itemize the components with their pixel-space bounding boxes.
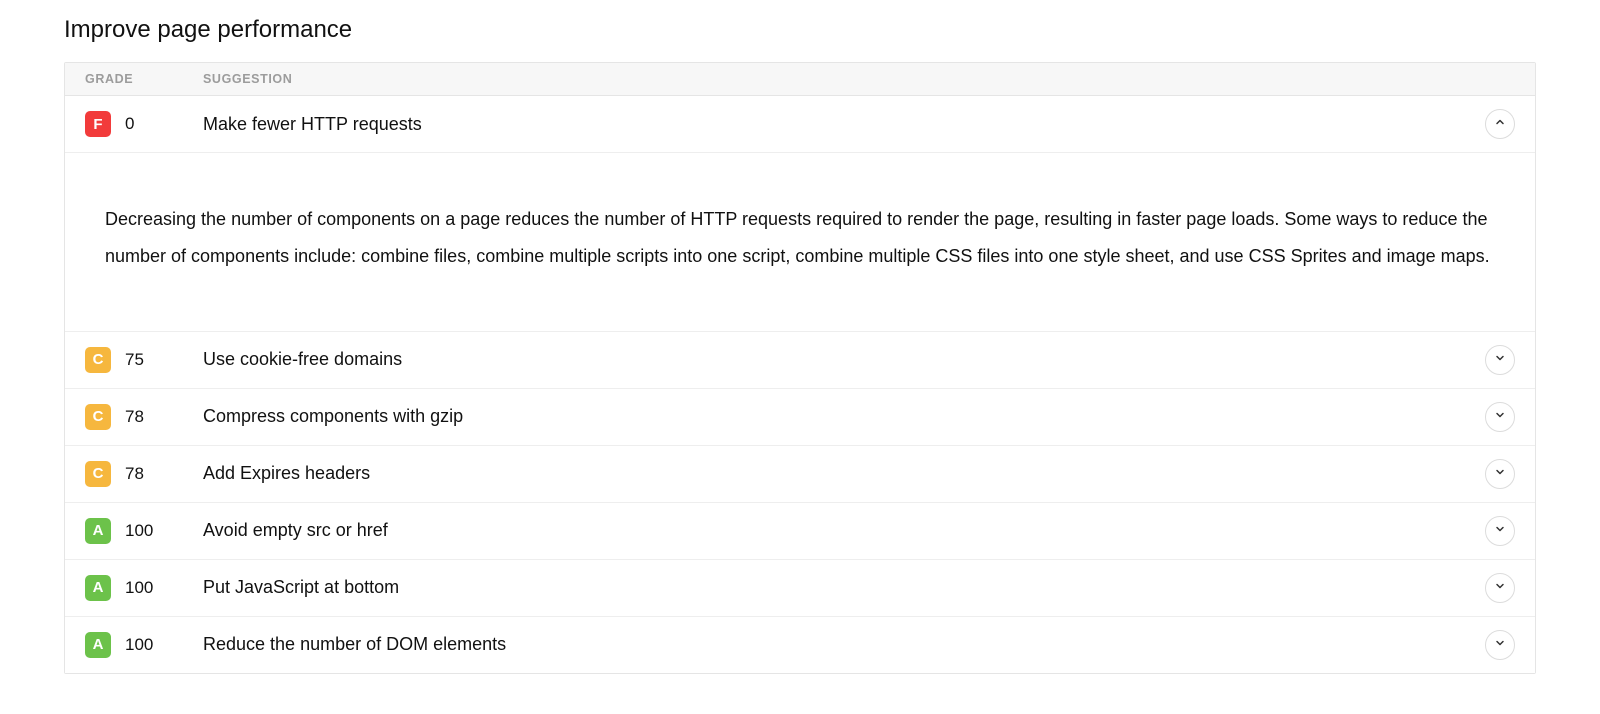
- grade-badge: F: [85, 111, 111, 137]
- grade-score: 100: [125, 578, 153, 598]
- table-header: GRADE SUGGESTION: [65, 63, 1535, 96]
- expand-button[interactable]: [1485, 459, 1515, 489]
- grade-cell: A 100: [85, 632, 203, 658]
- grade-cell: C 78: [85, 461, 203, 487]
- chevron-down-icon: [1494, 579, 1506, 597]
- collapse-button[interactable]: [1485, 109, 1515, 139]
- grade-badge: A: [85, 518, 111, 544]
- grade-score: 0: [125, 114, 134, 134]
- expand-button[interactable]: [1485, 516, 1515, 546]
- grade-cell: C 78: [85, 404, 203, 430]
- suggestion-text: Compress components with gzip: [203, 406, 1485, 427]
- grade-cell: A 100: [85, 575, 203, 601]
- suggestion-text: Reduce the number of DOM elements: [203, 634, 1485, 655]
- section-title: Improve page performance: [64, 16, 1536, 44]
- grade-badge: A: [85, 575, 111, 601]
- grade-score: 78: [125, 407, 144, 427]
- table-row[interactable]: A 100 Reduce the number of DOM elements: [65, 617, 1535, 673]
- column-header-grade: GRADE: [85, 72, 203, 86]
- table-row[interactable]: C 75 Use cookie-free domains: [65, 332, 1535, 389]
- suggestion-detail: Decreasing the number of components on a…: [65, 153, 1535, 332]
- grade-badge: C: [85, 461, 111, 487]
- expand-button[interactable]: [1485, 402, 1515, 432]
- table-row[interactable]: A 100 Put JavaScript at bottom: [65, 560, 1535, 617]
- grade-badge: A: [85, 632, 111, 658]
- suggestion-text: Make fewer HTTP requests: [203, 114, 1485, 135]
- expand-button[interactable]: [1485, 573, 1515, 603]
- table-row[interactable]: C 78 Add Expires headers: [65, 446, 1535, 503]
- suggestion-text: Use cookie-free domains: [203, 349, 1485, 370]
- grade-cell: A 100: [85, 518, 203, 544]
- table-row[interactable]: A 100 Avoid empty src or href: [65, 503, 1535, 560]
- chevron-down-icon: [1494, 408, 1506, 426]
- suggestions-panel: GRADE SUGGESTION F 0 Make fewer HTTP req…: [64, 62, 1536, 674]
- grade-score: 78: [125, 464, 144, 484]
- expand-button[interactable]: [1485, 630, 1515, 660]
- grade-score: 75: [125, 350, 144, 370]
- expand-button[interactable]: [1485, 345, 1515, 375]
- grade-cell: C 75: [85, 347, 203, 373]
- grade-score: 100: [125, 635, 153, 655]
- chevron-down-icon: [1494, 522, 1506, 540]
- grade-badge: C: [85, 347, 111, 373]
- chevron-up-icon: [1494, 115, 1506, 133]
- chevron-down-icon: [1494, 351, 1506, 369]
- suggestion-text: Avoid empty src or href: [203, 520, 1485, 541]
- grade-badge: C: [85, 404, 111, 430]
- table-row[interactable]: F 0 Make fewer HTTP requests: [65, 96, 1535, 153]
- suggestion-text: Add Expires headers: [203, 463, 1485, 484]
- grade-score: 100: [125, 521, 153, 541]
- suggestion-text: Put JavaScript at bottom: [203, 577, 1485, 598]
- column-header-suggestion: SUGGESTION: [203, 72, 1515, 86]
- chevron-down-icon: [1494, 465, 1506, 483]
- grade-cell: F 0: [85, 111, 203, 137]
- table-row[interactable]: C 78 Compress components with gzip: [65, 389, 1535, 446]
- chevron-down-icon: [1494, 636, 1506, 654]
